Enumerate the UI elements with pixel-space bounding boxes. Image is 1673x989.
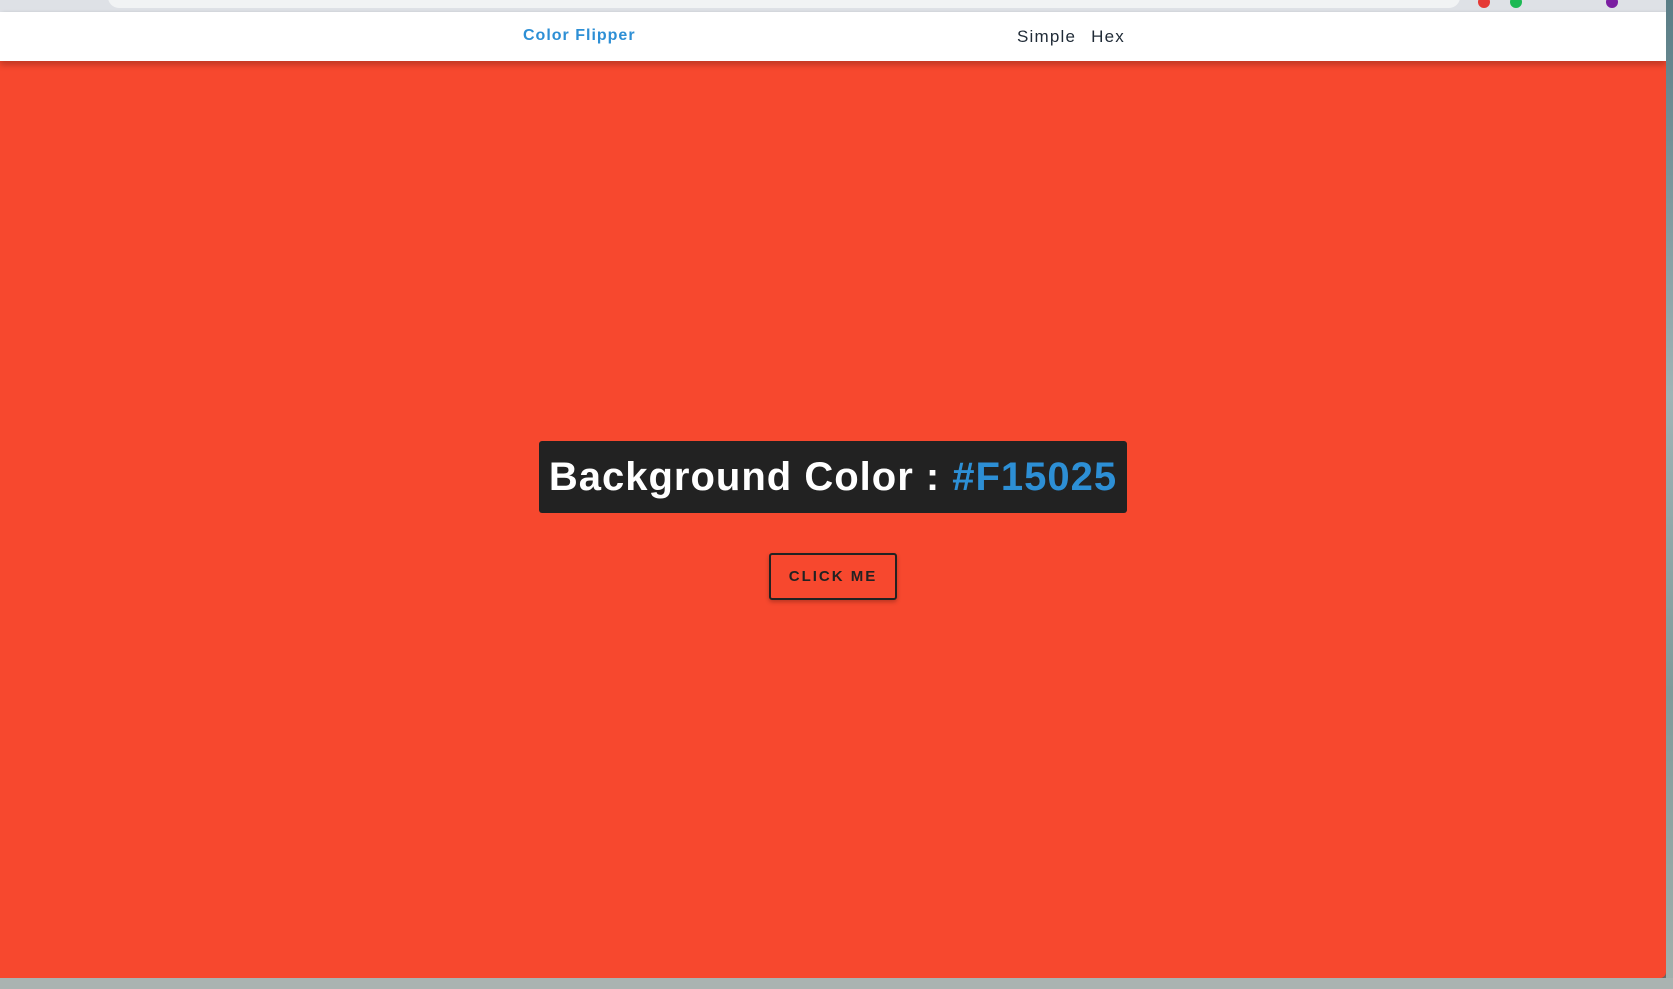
click-me-button[interactable]: CLICK ME — [769, 553, 897, 600]
page: Color Flipper Simple Hex Background Colo… — [0, 12, 1666, 978]
color-value: #F15025 — [952, 454, 1118, 499]
brand-link[interactable]: Color Flipper — [523, 27, 636, 45]
extension-icon[interactable] — [1510, 0, 1522, 8]
avatar[interactable] — [1606, 0, 1618, 8]
desktop-edge — [0, 978, 1673, 989]
address-bar[interactable] — [108, 0, 1460, 8]
nav-links: Simple Hex — [1017, 27, 1125, 47]
navbar: Color Flipper Simple Hex — [0, 12, 1666, 61]
nav-link-hex[interactable]: Hex — [1091, 27, 1125, 47]
main-area: Background Color : #F15025 CLICK ME — [0, 61, 1666, 978]
color-label: Background Color : — [548, 454, 941, 499]
color-heading: Background Color : #F15025 — [539, 441, 1127, 513]
extension-icon[interactable] — [1478, 0, 1490, 8]
nav-link-simple[interactable]: Simple — [1017, 27, 1076, 47]
browser-toolbar — [0, 0, 1666, 12]
desktop-edge — [1666, 0, 1673, 989]
